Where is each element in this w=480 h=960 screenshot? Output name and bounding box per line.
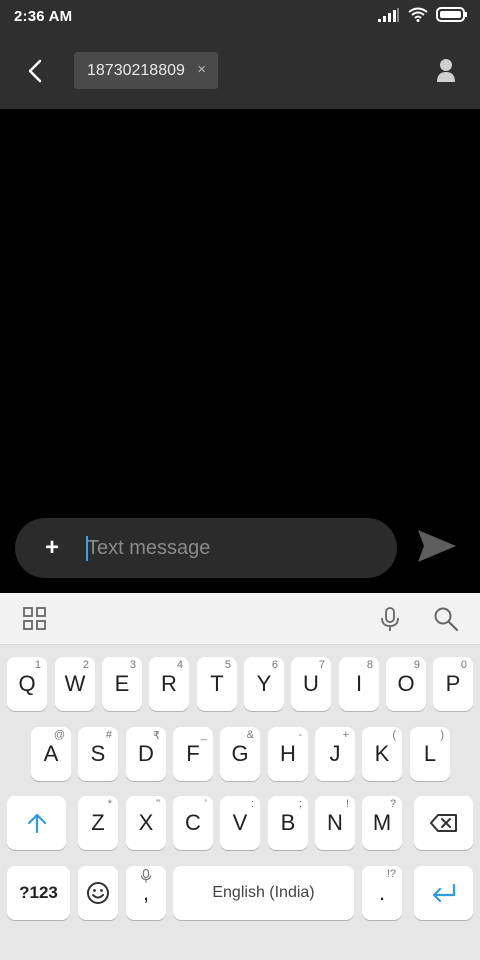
keyboard: Q1 W2 E3 R4 T5 Y6 U7 I8 O9 P0 A @ S # D ₹ F…	[0, 645, 480, 960]
key-v[interactable]: V:	[220, 796, 260, 850]
chevron-left-icon	[28, 59, 42, 83]
key-d[interactable]: D ₹	[126, 727, 166, 781]
compose-box: +	[15, 518, 397, 578]
key-c[interactable]: C '	[173, 796, 213, 850]
emoji-icon	[87, 882, 109, 904]
add-attachment-button[interactable]: +	[37, 533, 67, 563]
key-q[interactable]: Q1	[7, 657, 47, 711]
key-y[interactable]: Y6	[244, 657, 284, 711]
key-x[interactable]: X "	[126, 796, 166, 850]
comma-key[interactable]: ,	[126, 866, 166, 920]
shift-key[interactable]	[7, 796, 66, 850]
text-cursor	[86, 536, 88, 561]
key-s[interactable]: S #	[78, 727, 118, 781]
backspace-key[interactable]	[414, 796, 473, 850]
key-o[interactable]: O9	[386, 657, 426, 711]
emoji-key[interactable]	[78, 866, 118, 920]
wifi-icon	[408, 7, 428, 22]
message-input[interactable]	[85, 530, 385, 566]
key-g[interactable]: G &	[220, 727, 260, 781]
remove-recipient-icon[interactable]: ×	[197, 61, 206, 78]
grid-icon	[23, 607, 46, 630]
key-m[interactable]: M?	[362, 796, 402, 850]
enter-icon	[432, 884, 455, 902]
key-r[interactable]: R4	[149, 657, 189, 711]
space-key[interactable]: English (India)	[173, 866, 354, 920]
key-j[interactable]: J +	[315, 727, 355, 781]
key-i[interactable]: I8	[339, 657, 379, 711]
back-button[interactable]	[18, 54, 52, 88]
status-bar: 2:36 AM	[0, 0, 480, 34]
contact-button[interactable]	[434, 58, 458, 84]
search-icon	[434, 607, 459, 632]
recipient-number: 18730218809	[87, 61, 185, 79]
key-n[interactable]: N!	[315, 796, 355, 850]
key-h[interactable]: H-	[268, 727, 308, 781]
key-l[interactable]: L)	[410, 727, 450, 781]
backspace-icon	[429, 814, 457, 832]
keyboard-search-button[interactable]	[433, 606, 459, 632]
status-icons	[378, 7, 468, 22]
key-f[interactable]: F _	[173, 727, 213, 781]
recipient-chip[interactable]: 18730218809 ×	[74, 52, 218, 89]
person-icon	[437, 59, 455, 82]
key-p[interactable]: P0	[433, 657, 473, 711]
microphone-icon	[140, 869, 152, 883]
period-key[interactable]: . !?	[362, 866, 402, 920]
microphone-icon	[381, 607, 399, 631]
send-icon	[418, 530, 456, 562]
key-a[interactable]: A @	[31, 727, 71, 781]
key-b[interactable]: B;	[268, 796, 308, 850]
key-k[interactable]: K(	[362, 727, 402, 781]
key-t[interactable]: T5	[197, 657, 237, 711]
shift-arrow-icon	[27, 813, 46, 834]
battery-icon	[436, 7, 467, 22]
symbols-key[interactable]: ?123	[7, 866, 70, 920]
keyboard-toolbar	[0, 593, 480, 645]
key-u[interactable]: U7	[291, 657, 331, 711]
send-button[interactable]	[416, 526, 458, 566]
conversation-header: 18730218809 ×	[0, 34, 480, 109]
enter-key[interactable]	[414, 866, 473, 920]
key-e[interactable]: E3	[102, 657, 142, 711]
keyboard-menu-button[interactable]	[22, 606, 48, 632]
status-time: 2:36 AM	[14, 8, 73, 25]
key-w[interactable]: W2	[55, 657, 95, 711]
voice-input-button[interactable]	[377, 606, 403, 632]
signal-icon	[378, 7, 399, 22]
key-z[interactable]: Z *	[78, 796, 118, 850]
